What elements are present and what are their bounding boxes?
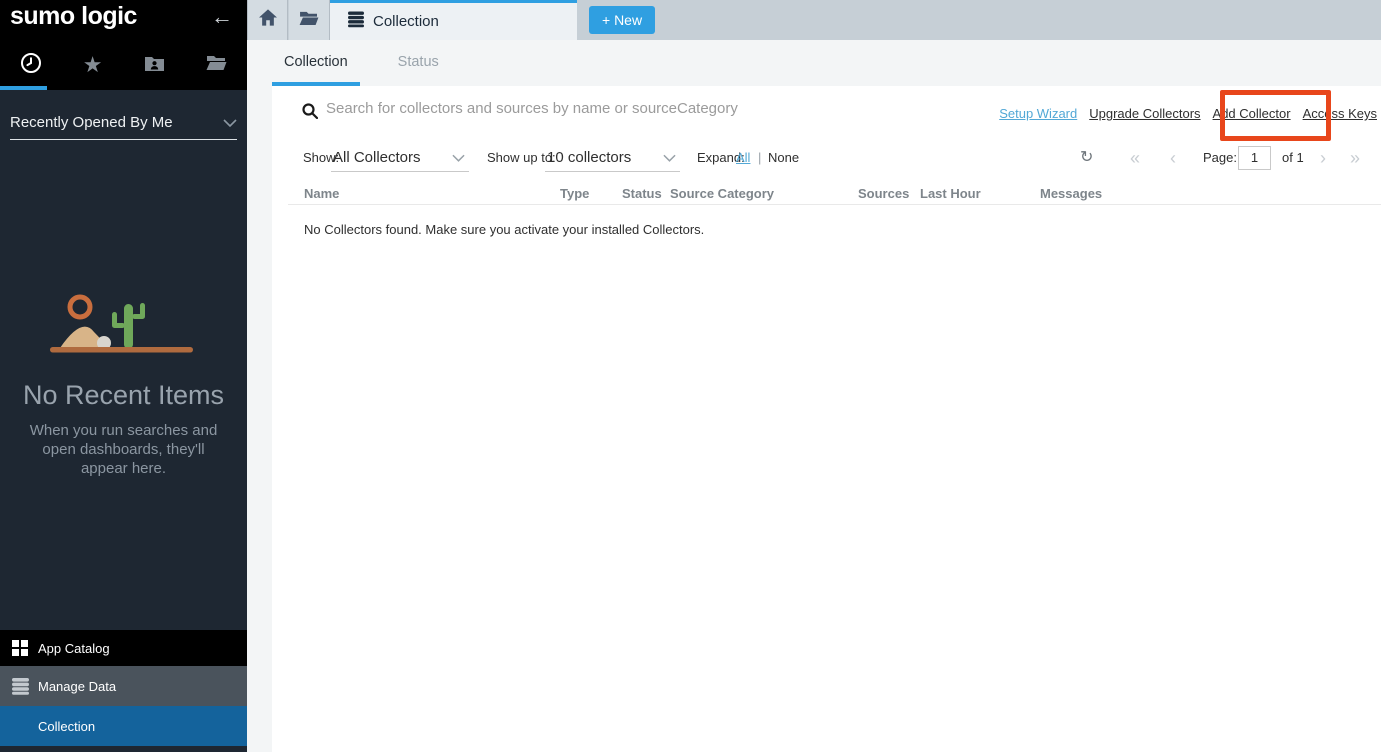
back-arrow-icon: ← xyxy=(211,4,233,29)
collection-panel: Setup Wizard Upgrade Collectors Add Coll… xyxy=(272,86,1381,752)
expand-separator: | xyxy=(758,144,761,172)
next-page-button[interactable]: › xyxy=(1320,144,1326,172)
sidebar-item-library[interactable] xyxy=(185,50,247,80)
show-select[interactable]: All Collectors xyxy=(331,144,469,172)
column-header-name: Name xyxy=(304,186,339,201)
toolbar-links: Setup Wizard Upgrade Collectors Add Coll… xyxy=(999,106,1377,121)
manage-data-label: Manage Data xyxy=(38,679,116,694)
active-nav-indicator xyxy=(0,86,47,90)
empty-table-message: No Collectors found. Make sure you activ… xyxy=(304,222,704,237)
sumo-logic-logo: sumo logic xyxy=(10,2,137,31)
table-header-divider xyxy=(288,204,1381,205)
refresh-icon[interactable]: ↻ xyxy=(1080,144,1093,172)
sidebar-item-app-catalog[interactable]: App Catalog xyxy=(0,630,247,666)
page-label: Page: xyxy=(1203,144,1237,172)
shared-folder-icon xyxy=(144,54,165,77)
last-page-button[interactable]: » xyxy=(1350,144,1360,172)
previous-page-button[interactable]: ‹ xyxy=(1170,144,1176,172)
database-icon xyxy=(348,11,364,32)
sidebar-nav-icons: ★ xyxy=(0,50,247,80)
column-header-status: Status xyxy=(622,186,662,201)
subtab-collection[interactable]: Collection xyxy=(272,40,360,86)
collection-label: Collection xyxy=(38,719,95,734)
column-header-last-hour: Last Hour xyxy=(920,186,981,201)
library-button[interactable] xyxy=(289,0,330,40)
subtab-status[interactable]: Status xyxy=(386,40,451,86)
sidebar-item-collection[interactable]: Collection xyxy=(0,706,247,746)
recently-opened-dropdown[interactable]: Recently Opened By Me xyxy=(10,106,237,140)
content-area: Collection Status Setup Wizard Upgrade C… xyxy=(247,40,1381,752)
column-header-sources: Sources xyxy=(858,186,909,201)
add-collector-link[interactable]: Add Collector xyxy=(1213,106,1291,121)
show-up-to-select[interactable]: 10 collectors xyxy=(545,144,680,172)
show-select-value: All Collectors xyxy=(333,144,421,172)
filter-toolbar: Show: All Collectors Show up to: 10 coll… xyxy=(272,144,1381,172)
subtab-bar: Collection Status xyxy=(272,40,451,86)
sidebar-item-shared[interactable] xyxy=(124,50,186,80)
folder-icon xyxy=(299,10,319,31)
tab-collection-label: Collection xyxy=(373,13,439,30)
sidebar-item-recents[interactable] xyxy=(0,50,62,80)
collapse-sidebar-button[interactable]: ← xyxy=(211,4,233,30)
chevron-down-icon xyxy=(223,114,237,131)
sidebar-bottom-menu: App Catalog Manage Data Collection xyxy=(0,630,247,752)
home-icon xyxy=(259,9,277,31)
table-header-row: Name Type Status Source Category Sources… xyxy=(272,186,1381,204)
column-header-source-category: Source Category xyxy=(670,186,774,201)
tab-collection[interactable]: Collection xyxy=(330,0,577,40)
chevron-down-icon xyxy=(452,144,465,172)
expand-none-link[interactable]: None xyxy=(768,144,799,172)
chevron-down-icon xyxy=(663,144,676,172)
star-icon: ★ xyxy=(83,54,103,76)
sidebar-item-favorites[interactable]: ★ xyxy=(62,50,124,80)
clock-icon xyxy=(20,52,42,79)
no-recent-items-title: No Recent Items xyxy=(0,380,247,411)
sidebar-bottom-strip xyxy=(0,746,247,752)
no-recent-items-subtitle: When you run searches and open dashboard… xyxy=(22,421,225,478)
search-input[interactable] xyxy=(326,94,886,122)
grid-icon xyxy=(12,640,38,656)
page-of-label: of 1 xyxy=(1282,144,1304,172)
sidebar-item-manage-data[interactable]: Manage Data xyxy=(0,666,247,706)
setup-wizard-link[interactable]: Setup Wizard xyxy=(999,106,1077,121)
column-header-type: Type xyxy=(560,186,589,201)
home-button[interactable] xyxy=(247,0,288,40)
access-keys-link[interactable]: Access Keys xyxy=(1303,106,1377,121)
search-icon xyxy=(302,103,318,124)
database-icon xyxy=(12,678,38,695)
folder-icon xyxy=(206,54,227,76)
app-window: sumo logic ← ★ xyxy=(0,0,1381,752)
new-button[interactable]: + New xyxy=(589,6,655,34)
desert-illustration xyxy=(48,290,198,365)
page-number-input[interactable] xyxy=(1238,146,1271,170)
sidebar-header: sumo logic ← ★ xyxy=(0,0,247,90)
column-header-messages: Messages xyxy=(1040,186,1102,201)
tab-strip: Collection + New xyxy=(247,0,1381,40)
sidebar: sumo logic ← ★ xyxy=(0,0,247,752)
upgrade-collectors-link[interactable]: Upgrade Collectors xyxy=(1089,106,1200,121)
expand-all-link[interactable]: All xyxy=(736,144,750,172)
app-catalog-label: App Catalog xyxy=(38,641,110,656)
recently-opened-label: Recently Opened By Me xyxy=(10,114,173,131)
main-area: Collection + New Collection Status Setup… xyxy=(247,0,1381,752)
show-up-to-select-value: 10 collectors xyxy=(547,144,631,172)
first-page-button[interactable]: « xyxy=(1130,144,1140,172)
